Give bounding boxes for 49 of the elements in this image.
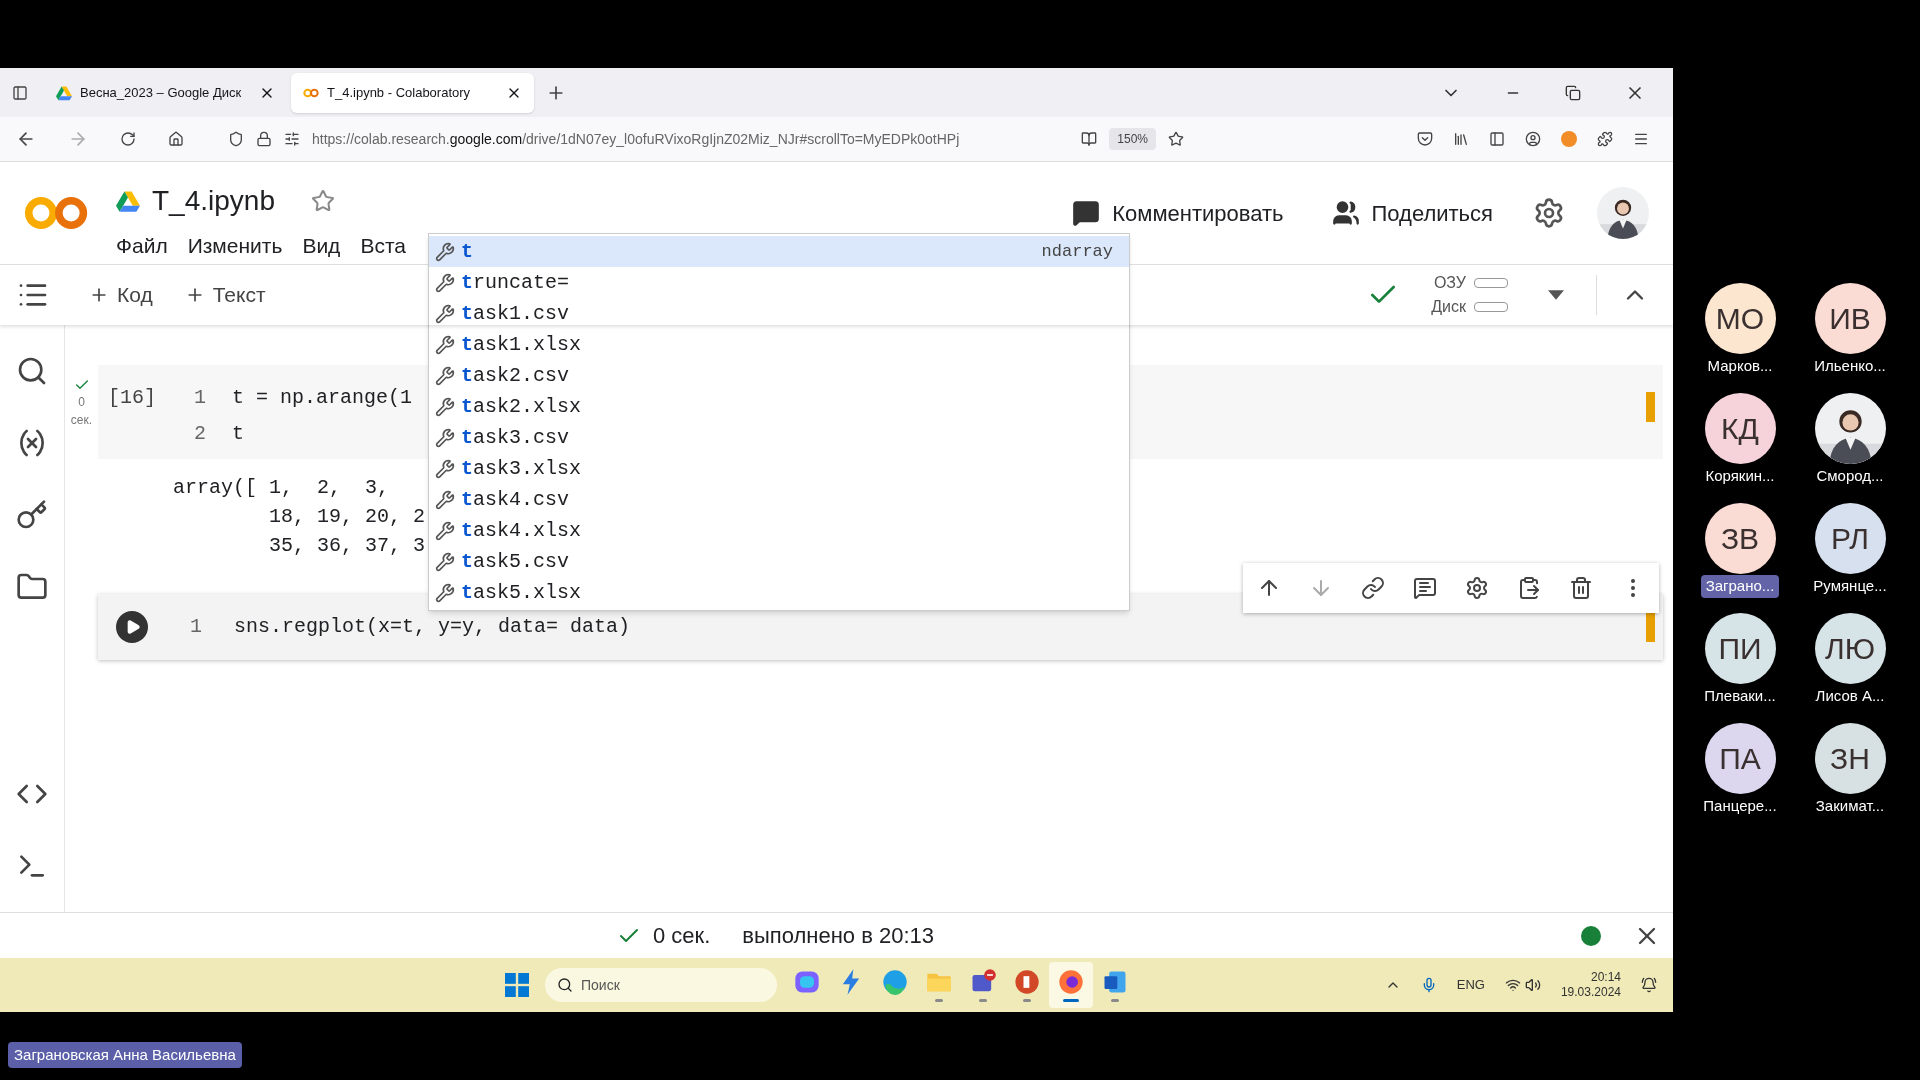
status-message: выполнено в 20:13 <box>742 922 935 950</box>
ram-label: ОЗУ <box>1432 273 1466 293</box>
output-line: 35, 36, 37, 3 <box>268 533 426 559</box>
code-line: t <box>232 421 245 447</box>
participant-name: Заграно... <box>1700 575 1780 598</box>
disk-label: Диск <box>1431 297 1466 317</box>
presenter-name: Заграновская Анна Васильевна <box>8 1041 242 1069</box>
participant-name: Закимат... <box>1814 796 1886 816</box>
participant-avatar: РЛ <box>1814 503 1886 574</box>
participant-avatar: ИВ <box>1814 283 1886 354</box>
line-number: 1 <box>190 614 202 640</box>
participant-name: Румянце... <box>1812 576 1888 596</box>
suggestion-text: task4.csv <box>461 486 571 513</box>
suggestion-text: task3.xlsx <box>461 455 583 482</box>
execution-count: [16] <box>108 385 157 411</box>
suggestion-text: task1.csv <box>461 300 571 327</box>
run-duration: 0 сек. <box>653 922 711 950</box>
participant-name: Марков... <box>1706 356 1774 376</box>
url-text: https://colab.research.google.com/drive/1dN07ey_l0ofuRVixoRgIjnZ02Miz_NJr#scrollTo=MyEDPk0otHPj <box>312 129 961 149</box>
run-time: 0 <box>78 394 85 411</box>
participant-name: Лисов А... <box>1814 686 1886 706</box>
participant-name: Смород... <box>1815 466 1885 486</box>
participant-name: Плеваки... <box>1703 686 1777 706</box>
suggestion-text: task5.csv <box>461 548 571 575</box>
participant-name: Ильенко... <box>1813 356 1887 376</box>
code-line: sns.regplot(x=t, y=y, data= data) <box>234 614 631 640</box>
output-line: 18, 19, 20, 2 <box>268 504 426 530</box>
participant-avatar: МО <box>1704 283 1776 354</box>
participant-avatar: ЛЮ <box>1814 613 1886 684</box>
suggestion-text: task4.xlsx <box>461 517 583 544</box>
suggestion-text: task2.csv <box>461 362 571 389</box>
output-line: array([ 1, 2, 3, <box>173 475 390 501</box>
line-number: 2 <box>194 421 206 447</box>
participant-avatar: ПИ <box>1704 613 1776 684</box>
code-line: t = np.arange(1 <box>232 385 413 411</box>
participant-name: Корякин... <box>1704 466 1776 486</box>
suggestion-text: task1.xlsx <box>461 331 583 358</box>
participant-avatar: ПА <box>1704 723 1776 794</box>
participant-name: Панцере... <box>1702 796 1778 816</box>
suggestion-text: t <box>461 238 474 265</box>
participant-avatar: ЗВ <box>1704 503 1776 574</box>
line-number: 1 <box>194 385 206 411</box>
suggestion-text: task3.csv <box>461 424 571 451</box>
time-unit: сек. <box>70 412 93 429</box>
suggestion-text: task2.xlsx <box>461 393 583 420</box>
participant-avatar: КД <box>1704 393 1776 464</box>
suggestion-type: ndarray <box>1041 240 1114 263</box>
participant-avatar: ЗН <box>1814 723 1886 794</box>
suggestion-text: truncate= <box>461 269 571 296</box>
